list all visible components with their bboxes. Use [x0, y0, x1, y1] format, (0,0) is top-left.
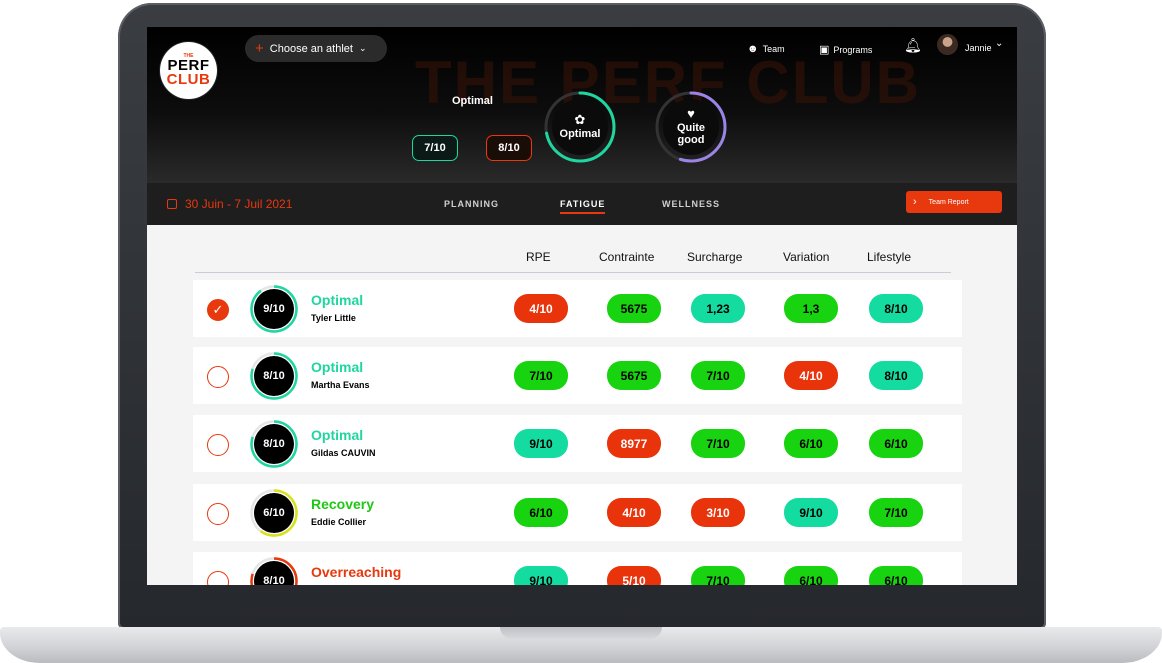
date-range[interactable]: 30 Juin - 7 Juil 2021: [167, 197, 292, 211]
metric-pill-rpe: 7/10: [514, 361, 568, 390]
tab-planning[interactable]: PLANNING: [444, 199, 499, 209]
summary-ring-optimal: ✿ Optimal: [544, 91, 616, 163]
chevron-right-icon: ›: [913, 196, 917, 208]
metric-pill-contrainte: 5675: [607, 294, 661, 323]
metric-pill-surcharge: 3/10: [691, 498, 745, 527]
column-header-lifestyle[interactable]: Lifestyle: [867, 250, 911, 264]
checkbox-checked[interactable]: ✓: [207, 299, 229, 321]
column-header-rpe[interactable]: RPE: [526, 250, 551, 264]
header-divider: [195, 272, 951, 273]
athlete-name[interactable]: Martha Evans: [311, 380, 370, 390]
header-hero: THE PERF CLUB THE PERF CLUB + Choose an …: [147, 27, 1017, 183]
metric-pill-lifestyle: 8/10: [869, 361, 923, 390]
metric-pill-variation: 6/10: [784, 429, 838, 458]
metric-pill-lifestyle: 8/10: [869, 294, 923, 323]
score-ring: 6/10: [249, 488, 299, 538]
app-screen: THE PERF CLUB THE PERF CLUB + Choose an …: [147, 27, 1017, 585]
summary-box-1: 7/10: [412, 135, 458, 161]
sub-navigation: 30 Juin - 7 Juil 2021 PLANNING FATIGUE W…: [147, 183, 1017, 225]
checkbox[interactable]: [207, 571, 229, 585]
plus-icon: +: [255, 40, 264, 57]
nav-team-label: Team: [762, 44, 785, 54]
status-label: Optimal: [311, 359, 364, 375]
metric-pill-surcharge: 7/10: [691, 361, 745, 390]
metric-pill-contrainte: 4/10: [607, 498, 661, 527]
metric-pill-lifestyle: 7/10: [869, 498, 923, 527]
score-value: 6/10: [254, 493, 294, 533]
ring-quite-good-label: Quite good: [676, 122, 706, 146]
table-row[interactable]: 8/10 Overreaching 9/10 5/10 7/10 6/10 6/10: [193, 552, 962, 585]
athlete-select-label: Choose an athlet: [269, 42, 353, 55]
ring-optimal-label: Optimal: [559, 128, 601, 140]
tab-fatigue[interactable]: FATIGUE: [560, 199, 606, 214]
check-icon: ✓: [212, 302, 224, 317]
score-value: 8/10: [254, 424, 294, 464]
metric-pill-variation: 4/10: [784, 361, 838, 390]
metric-pill-variation: 6/10: [784, 566, 838, 585]
metric-pill-contrainte: 5675: [607, 361, 661, 390]
nav-team[interactable]: ☻ Team: [747, 43, 785, 55]
score-ring: 8/10: [249, 351, 299, 401]
athlete-name[interactable]: Gildas CAUVIN: [311, 448, 376, 458]
status-label: Recovery: [311, 496, 375, 512]
nav-programs[interactable]: ▣ Programs: [819, 43, 872, 56]
metric-pill-rpe: 9/10: [514, 566, 568, 585]
metric-pill-variation: 9/10: [784, 498, 838, 527]
metric-pill-variation: 1,3: [784, 294, 838, 323]
chevron-down-icon[interactable]: ⌄: [995, 38, 1003, 49]
table-row[interactable]: 8/10 Optimal Martha Evans 7/10 5675 7/10 4/10 8…: [193, 347, 962, 404]
date-range-label: 30 Juin - 7 Juil 2021: [185, 197, 293, 211]
column-header-surcharge[interactable]: Surcharge: [687, 250, 742, 264]
team-icon: ☻: [747, 43, 759, 55]
athlete-name[interactable]: Tyler Little: [311, 313, 356, 323]
score-ring: 8/10: [249, 556, 299, 585]
summary-ring-quite-good: ♥ Quite good: [655, 91, 727, 163]
status-label: Overreaching: [311, 564, 402, 580]
metric-pill-rpe: 4/10: [514, 294, 568, 323]
summary-label: Optimal: [452, 95, 493, 107]
run-icon: ✿: [574, 112, 586, 127]
chevron-down-icon: ⌄: [358, 43, 367, 53]
score-value: 9/10: [254, 289, 294, 329]
user-name[interactable]: Jannie: [965, 43, 992, 53]
metric-pill-surcharge: 7/10: [691, 566, 745, 585]
metric-pill-contrainte: 5/10: [607, 566, 661, 585]
metric-pill-rpe: 6/10: [514, 498, 568, 527]
athlete-name[interactable]: Eddie Collier: [311, 517, 366, 527]
column-header-contrainte[interactable]: Contrainte: [599, 250, 654, 264]
checkbox[interactable]: [207, 366, 229, 388]
calendar-icon: ▣: [819, 44, 830, 56]
checkbox[interactable]: [207, 503, 229, 525]
metric-pill-surcharge: 7/10: [691, 429, 745, 458]
metric-pill-contrainte: 8977: [607, 429, 661, 458]
column-header-variation[interactable]: Variation: [783, 250, 829, 264]
score-ring: 8/10: [249, 419, 299, 469]
team-report-label: Team Report: [928, 198, 969, 206]
avatar[interactable]: [937, 34, 958, 55]
status-label: Optimal: [311, 427, 364, 443]
calendar-icon: [167, 199, 177, 209]
score-ring: 9/10: [249, 284, 299, 334]
nav-programs-label: Programs: [833, 44, 873, 55]
table-row[interactable]: ✓ 9/10 Optimal Tyler Little 4/10 5675 1,23 1,3 8…: [193, 280, 962, 337]
tab-wellness[interactable]: WELLNESS: [662, 199, 720, 209]
bell-icon[interactable]: 🔔︎: [904, 37, 922, 54]
table-row[interactable]: 6/10 Recovery Eddie Collier 6/10 4/10 3/10 9/1…: [193, 484, 962, 541]
metric-pill-lifestyle: 6/10: [869, 566, 923, 585]
score-value: 8/10: [254, 356, 294, 396]
metric-pill-surcharge: 1,23: [691, 294, 745, 323]
athlete-select[interactable]: + Choose an athlet ⌄: [245, 35, 387, 62]
team-report-button[interactable]: › Team Report: [906, 191, 1002, 213]
perf-club-logo[interactable]: THE PERF CLUB: [160, 42, 217, 99]
metric-pill-rpe: 9/10: [514, 429, 568, 458]
heart-rate-icon: ♥: [687, 106, 695, 121]
metric-pill-lifestyle: 6/10: [869, 429, 923, 458]
laptop-notch: [500, 627, 662, 639]
table-row[interactable]: 8/10 Optimal Gildas CAUVIN 9/10 8977 7/10 6/10…: [193, 415, 962, 472]
fatigue-table: RPE Contrainte Surcharge Variation Lifes…: [147, 225, 1017, 585]
summary-box-2: 8/10: [486, 135, 532, 161]
checkbox[interactable]: [207, 434, 229, 456]
status-label: Optimal: [311, 292, 364, 308]
